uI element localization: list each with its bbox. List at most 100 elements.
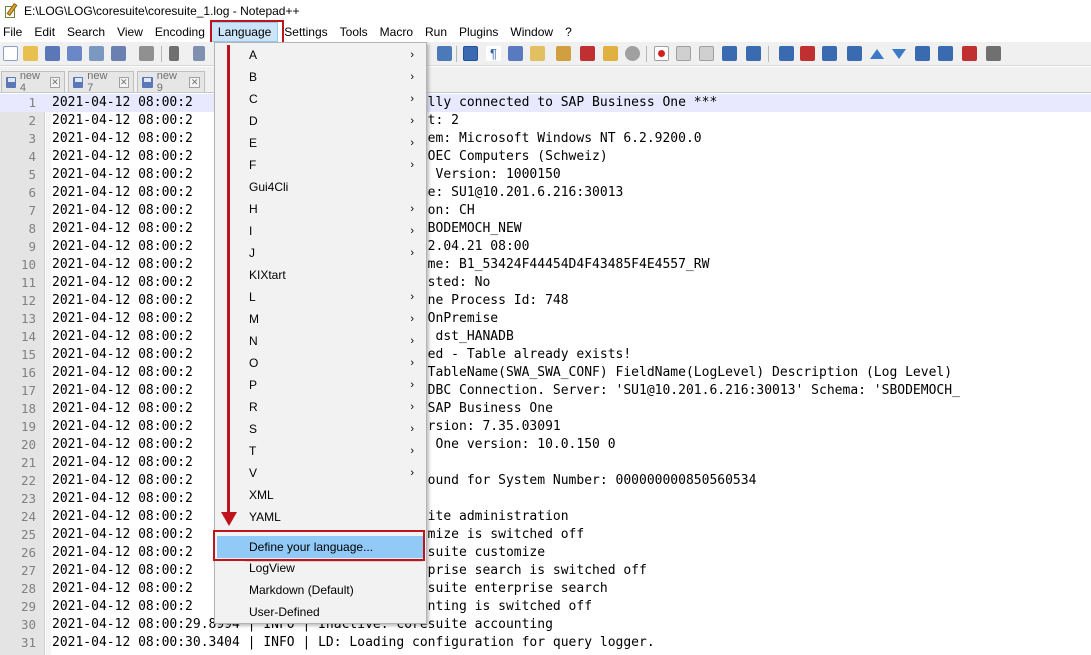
menu-encoding[interactable]: Encoding: [149, 22, 211, 42]
language-submenu-s[interactable]: S ›: [215, 418, 426, 440]
menu-file[interactable]: File: [0, 22, 28, 42]
save-macro-icon[interactable]: [746, 46, 761, 61]
cut-icon[interactable]: [169, 46, 179, 61]
menu-search[interactable]: Search: [61, 22, 111, 42]
close-file-icon[interactable]: [89, 46, 104, 61]
stop-macro-icon[interactable]: [676, 46, 691, 61]
play-macro-icon[interactable]: [699, 46, 714, 61]
user-defined-dialog-icon[interactable]: [530, 46, 545, 61]
tab-new-9[interactable]: new 9 ✕: [137, 70, 205, 94]
columns-icon[interactable]: [962, 46, 977, 61]
menu-tools[interactable]: Tools: [334, 22, 374, 42]
close-all-icon[interactable]: [111, 46, 126, 61]
language-submenu-r[interactable]: R ›: [215, 396, 426, 418]
column-editor-icon[interactable]: [800, 46, 815, 61]
indent-guide-icon[interactable]: [508, 46, 523, 61]
editor-line[interactable]: 142021-04-12 08:00:2 e Type: dst_HANADB: [0, 328, 1091, 346]
editor-line[interactable]: 42021-04-12 08:00:2 Name: OEC Computers …: [0, 148, 1091, 166]
language-xml[interactable]: XML: [215, 484, 426, 506]
language-submenu-j[interactable]: J ›: [215, 242, 426, 264]
editor-line[interactable]: 192021-04-12 08:00:2 work version: 7.35.…: [0, 418, 1091, 436]
language-submenu-d[interactable]: D ›: [215, 110, 426, 132]
editor-line[interactable]: 32021-04-12 08:00:2 ng System: Microsoft…: [0, 130, 1091, 148]
language-submenu-p[interactable]: P ›: [215, 374, 426, 396]
language-submenu-f[interactable]: F ›: [215, 154, 426, 176]
word-wrap-icon[interactable]: [437, 46, 452, 61]
close-tab-icon[interactable]: ✕: [49, 76, 60, 88]
language-markdown-default[interactable]: Markdown (Default): [215, 579, 426, 601]
open-file-icon[interactable]: [23, 46, 38, 61]
menu-plugins[interactable]: Plugins: [453, 22, 504, 42]
language-submenu-n[interactable]: N ›: [215, 330, 426, 352]
folder-as-workspace-icon[interactable]: [603, 46, 618, 61]
editor-line[interactable]: 122021-04-12 08:00:2 iness One Process I…: [0, 292, 1091, 310]
refresh-icon[interactable]: [938, 46, 953, 61]
language-yaml[interactable]: YAML: [215, 506, 426, 528]
filter-icon[interactable]: [847, 46, 862, 61]
sort-icon[interactable]: [779, 46, 794, 61]
editor-line[interactable]: 232021-04-12 08:00:2 dules: [0, 490, 1091, 508]
language-kixtart[interactable]: KIXtart: [215, 264, 426, 286]
editor-line[interactable]: 30 2021-04-12 08:00:29.8994 | INFO | Inac…: [0, 616, 1091, 634]
copy-icon[interactable]: [193, 46, 205, 61]
editor-line[interactable]: 112021-04-12 08:00:2 Use Trusted: No: [0, 274, 1091, 292]
editor-line[interactable]: 102021-04-12 08:00:2 User Name: B1_53424…: [0, 256, 1091, 274]
editor-line[interactable]: 182021-04-12 08:00:2 ing to SAP Business…: [0, 400, 1091, 418]
clear-icon[interactable]: [915, 46, 930, 61]
language-submenu-b[interactable]: B ›: [215, 66, 426, 88]
editor-line[interactable]: 282021-04-12 08:00:2 e: coresuite enterp…: [0, 580, 1091, 598]
menu-macro[interactable]: Macro: [374, 22, 419, 42]
language-submenu-a[interactable]: A ›: [215, 44, 426, 66]
editor-line[interactable]: 132021-04-12 08:00:2 Mode: OnPremise: [0, 310, 1091, 328]
menu-settings[interactable]: Settings: [278, 22, 333, 42]
save-all-icon[interactable]: [67, 46, 82, 61]
language-submenu-t[interactable]: T ›: [215, 440, 426, 462]
play-multiple-macro-icon[interactable]: [722, 46, 737, 61]
language-submenu-m[interactable]: M ›: [215, 308, 426, 330]
menu-view[interactable]: View: [111, 22, 149, 42]
menu-help[interactable]: ?: [559, 22, 578, 42]
editor-line[interactable]: 12021-04-12 08:00:2 ccessfully connected…: [0, 94, 1091, 112]
language-submenu-c[interactable]: C ›: [215, 88, 426, 110]
editor-line[interactable]: 222021-04-12 08:00:2 e not found for Sys…: [0, 472, 1091, 490]
monitoring-icon[interactable]: [625, 46, 640, 61]
function-list-icon[interactable]: [580, 46, 595, 61]
print-icon[interactable]: [139, 46, 154, 61]
editor-line[interactable]: 292021-04-12 08:00:2 e accounting is swi…: [0, 598, 1091, 616]
language-gui4cli[interactable]: Gui4Cli: [215, 176, 426, 198]
editor-line[interactable]: 22021-04-12 08:00:2 or Count: 2: [0, 112, 1091, 130]
editor-line[interactable]: 17 2021-04-12 08:00:2 shing ODBC Connecti…: [0, 382, 1091, 400]
language-submenu-h[interactable]: H ›: [215, 198, 426, 220]
language-user-defined[interactable]: User-Defined: [215, 601, 426, 623]
mark-icon[interactable]: [822, 46, 837, 61]
editor-line[interactable]: 62021-04-12 08:00:2 ver Name: SU1@10.201…: [0, 184, 1091, 202]
menu-run[interactable]: Run: [419, 22, 453, 42]
close-tab-icon[interactable]: ✕: [189, 76, 200, 88]
record-macro-icon[interactable]: [654, 46, 669, 61]
editor-line[interactable]: 152021-04-12 08:00:2 not added - Table a…: [0, 346, 1091, 364]
editor-line[interactable]: 252021-04-12 08:00:2 e customize is swit…: [0, 526, 1091, 544]
language-submenu-i[interactable]: I ›: [215, 220, 426, 242]
editor-line[interactable]: 16 2021-04-12 08:00:2 added: TableName(SW…: [0, 364, 1091, 382]
editor-line[interactable]: 52021-04-12 08:00:2 Object Version: 1000…: [0, 166, 1091, 184]
plugin-icon[interactable]: [986, 46, 1001, 61]
language-submenu-v[interactable]: V ›: [215, 462, 426, 484]
editor-line[interactable]: 202021-04-12 08:00:2 usiness One version…: [0, 436, 1091, 454]
show-all-characters-icon[interactable]: ¶: [486, 46, 501, 61]
close-tab-icon[interactable]: ✕: [118, 76, 129, 88]
editor-area[interactable]: 12021-04-12 08:00:2 ccessfully connected…: [0, 94, 1091, 655]
editor-line[interactable]: 82021-04-12 08:00:2 Name: SBODEMOCH_NEW: [0, 220, 1091, 238]
editor-line[interactable]: 72021-04-12 08:00:2 alization: CH: [0, 202, 1091, 220]
editor-line[interactable]: 262021-04-12 08:00:2 e: coresuite custom…: [0, 544, 1091, 562]
language-submenu-o[interactable]: O ›: [215, 352, 426, 374]
editor-line[interactable]: 31 2021-04-12 08:00:30.3404 | INFO | LD: …: [0, 634, 1091, 652]
menu-edit[interactable]: Edit: [28, 22, 61, 42]
editor-line[interactable]: 272021-04-12 08:00:2 e enterprise search…: [0, 562, 1091, 580]
editor-line[interactable]: 212021-04-12 08:00:2 censes: [0, 454, 1091, 472]
wrap-toggle-icon[interactable]: [463, 46, 478, 61]
language-submenu-l[interactable]: L ›: [215, 286, 426, 308]
save-icon[interactable]: [45, 46, 60, 61]
arrow-down-icon[interactable]: [892, 49, 906, 59]
tab-new-4[interactable]: new 4 ✕: [1, 70, 65, 94]
menu-window[interactable]: Window: [504, 22, 559, 42]
